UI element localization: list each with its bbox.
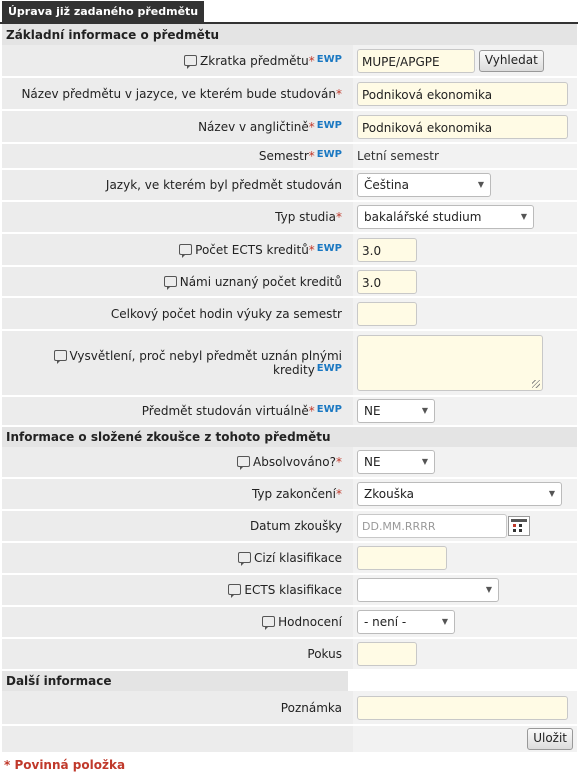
row-vysvetleni: Vysvětlení, proč nebyl předmět uznán pln…	[2, 330, 577, 397]
calendar-icon[interactable]	[508, 516, 530, 536]
required-mark: *	[308, 404, 315, 418]
comment-icon[interactable]	[184, 54, 198, 69]
comment-icon[interactable]	[237, 456, 251, 470]
typ-studia-select[interactable]: bakalářské studium	[357, 205, 534, 229]
required-mark: *	[308, 119, 315, 134]
uznany-input[interactable]: 3.0	[357, 269, 417, 294]
tab-edit-subject[interactable]: Úprava již zadaného předmětu	[2, 1, 205, 22]
row-nazev: Název předmětu v jazyce, ve kterém bude …	[2, 77, 577, 111]
required-mark: *	[336, 86, 342, 101]
jazyk-select[interactable]: Čeština	[357, 173, 491, 197]
absolvovano-label: Absolvováno?	[253, 455, 336, 469]
absolvovano-select[interactable]: NE	[357, 450, 435, 474]
ewp-badge: EWP	[316, 149, 342, 160]
ewp-badge: EWP	[316, 119, 342, 131]
vyhledat-button[interactable]: Vyhledat	[478, 49, 544, 72]
ects-input[interactable]: 3.0	[357, 237, 417, 262]
row-pokus: Pokus	[2, 638, 577, 671]
comment-icon[interactable]	[179, 243, 193, 258]
nazev-en-label: Název v angličtině	[198, 119, 309, 134]
nazev-label: Název předmětu v jazyce, ve kterém bude …	[21, 86, 336, 101]
semestr-label: Semestr	[258, 149, 309, 163]
row-cizi: Cizí klasifikace	[2, 542, 577, 575]
comment-icon[interactable]	[237, 552, 251, 566]
row-semestr: Semestr* EWP Letní semestr	[2, 143, 577, 170]
tab-bar: Úprava již zadaného předmětu	[0, 0, 578, 24]
ewp-badge: EWP	[316, 53, 342, 65]
typ-zakonceni-label: Typ zakončení	[251, 487, 336, 501]
zkratka-label: Zkratka předmětu	[200, 53, 309, 68]
hodnoceni-label: Hodnocení	[278, 615, 342, 629]
save-button[interactable]: Uložit	[527, 728, 573, 750]
row-datum: Datum zkoušky DD.MM.RRRR	[2, 510, 577, 543]
row-typ-zakonceni: Typ zakončení* Zkouška	[2, 478, 577, 511]
zkratka-input[interactable]: MUPE/APGPE	[357, 48, 475, 73]
pokus-label: Pokus	[307, 647, 342, 661]
nazev-input[interactable]: Podniková ekonomika	[357, 81, 568, 106]
hodnoceni-select[interactable]: - není -	[357, 610, 455, 634]
required-mark: *	[336, 487, 342, 501]
row-ects-klas: ECTS klasifikace	[2, 574, 577, 607]
row-virtualne: Předmět studován virtuálně* EWP NE	[2, 396, 577, 427]
ewp-badge: EWP	[316, 242, 342, 254]
row-hodnoceni: Hodnocení - není -	[2, 606, 577, 639]
required-mark: *	[336, 210, 342, 224]
row-uznany: Námi uznaný počet kreditů 3.0	[2, 266, 577, 298]
typ-zakonceni-select[interactable]: Zkouška	[357, 482, 562, 506]
virtualne-label: Předmět studován virtuálně	[141, 404, 309, 418]
row-poznamka: Poznámka	[2, 691, 577, 726]
section-exam-header: Informace o složené zkoušce z tohoto pře…	[2, 426, 577, 447]
comment-icon[interactable]	[262, 616, 276, 630]
row-hodiny: Celkový počet hodin výuky za semestr	[2, 297, 577, 331]
poznamka-label: Poznámka	[280, 700, 342, 715]
poznamka-input[interactable]	[357, 695, 568, 720]
cizi-input[interactable]	[357, 546, 447, 570]
resize-grip-icon[interactable]	[532, 380, 540, 388]
ewp-badge: EWP	[316, 363, 342, 374]
row-ects: Počet ECTS kreditů* EWP 3.0	[2, 233, 577, 267]
section-basic-header: Základní informace o předmětu	[2, 24, 577, 45]
subject-form: Základní informace o předmětu Zkratka př…	[2, 24, 577, 754]
required-mark: *	[308, 149, 315, 163]
required-mark: *	[308, 242, 315, 257]
row-typ-studia: Typ studia* bakalářské studium	[2, 201, 577, 234]
row-absolvovano: Absolvováno?* NE	[2, 447, 577, 479]
hodiny-input[interactable]	[357, 301, 417, 326]
virtualne-select[interactable]: NE	[357, 399, 435, 423]
row-zkratka: Zkratka předmětu* EWP MUPE/APGPE Vyhledat	[2, 45, 577, 78]
typ-studia-label: Typ studia	[275, 210, 336, 224]
comment-icon[interactable]	[163, 275, 177, 290]
row-jazyk: Jazyk, ve kterém byl předmět studován Če…	[2, 169, 577, 202]
nazev-en-input[interactable]: Podniková ekonomika	[357, 114, 568, 139]
pokus-input[interactable]	[357, 642, 417, 666]
row-actions: Uložit	[2, 725, 577, 754]
ects-klas-select[interactable]	[357, 578, 499, 602]
required-legend: * Povinná položka	[4, 758, 126, 772]
row-nazev-en: Název v angličtině* EWP Podniková ekonomi…	[2, 110, 577, 144]
datum-label: Datum zkoušky	[249, 519, 342, 533]
ects-label: Počet ECTS kreditů	[195, 242, 309, 257]
jazyk-label: Jazyk, ve kterém byl předmět studován	[105, 178, 342, 192]
section-other-header: Další informace	[2, 670, 577, 691]
comment-icon[interactable]	[228, 584, 242, 598]
ects-klas-label: ECTS klasifikace	[244, 583, 342, 597]
vysvetleni-textarea[interactable]	[357, 335, 543, 391]
semestr-value: Letní semestr	[353, 143, 577, 170]
required-mark: *	[308, 53, 315, 68]
uznany-label: Námi uznaný počet kreditů	[179, 274, 342, 289]
comment-icon[interactable]	[53, 350, 67, 364]
cizi-label: Cizí klasifikace	[253, 551, 342, 565]
datum-input[interactable]: DD.MM.RRRR	[357, 514, 507, 538]
ewp-badge: EWP	[316, 404, 342, 415]
vysvetleni-label: Vysvětlení, proč nebyl předmět uznán pln…	[69, 349, 342, 377]
hodiny-label: Celkový počet hodin výuky za semestr	[110, 306, 342, 321]
required-mark: *	[336, 455, 342, 469]
